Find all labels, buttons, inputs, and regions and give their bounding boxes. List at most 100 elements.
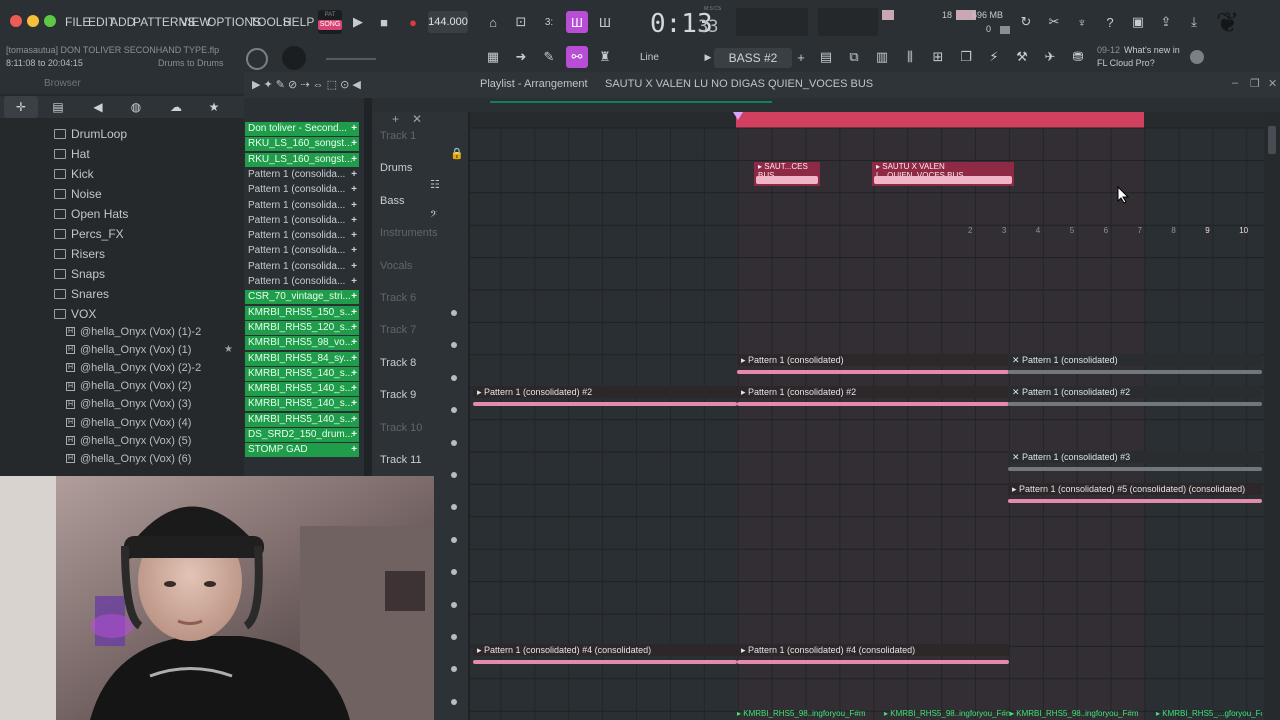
folder-item[interactable]: Percs_FX: [54, 225, 124, 243]
close-window-button[interactable]: [10, 15, 22, 27]
window-minimize-icon[interactable]: –: [1232, 77, 1238, 89]
metronome-icon[interactable]: ⌂: [482, 11, 504, 33]
folder-item[interactable]: Kick: [54, 165, 94, 183]
channel-item[interactable]: Pattern 1 (consolida... +: [245, 244, 359, 258]
track-mute-icon[interactable]: [451, 472, 457, 478]
track-name[interactable]: Bass: [380, 195, 404, 207]
tab-files-icon[interactable]: ▤: [44, 96, 72, 118]
channel-item[interactable]: RKU_LS_160_songst... +: [245, 137, 359, 152]
scrollbar-thumb[interactable]: [1268, 126, 1276, 154]
add-track-icon[interactable]: +: [392, 112, 399, 126]
file-item[interactable]: H @hella_Onyx (Vox) (3): [66, 396, 191, 413]
pat-song-toggle[interactable]: PAT SONG: [318, 10, 342, 34]
mixer-sliders-icon[interactable]: ⫼: [899, 46, 921, 68]
loop-region[interactable]: [736, 112, 1144, 128]
playlist-tools-icon[interactable]: ▶ ✦ ✎ ⊘ ⇢ ⇔ ⬚ ⊙ ◀: [252, 78, 361, 91]
remove-track-icon[interactable]: ✕: [412, 112, 422, 126]
add-to-playlist-icon[interactable]: +: [351, 275, 357, 289]
pencil-icon[interactable]: ✎: [538, 46, 560, 68]
add-to-playlist-icon[interactable]: +: [351, 229, 357, 243]
add-to-playlist-icon[interactable]: +: [351, 199, 357, 213]
favorite-star-icon[interactable]: ★: [224, 344, 233, 355]
store-icon[interactable]: ⛃: [1067, 46, 1089, 68]
piano-roll-icon[interactable]: ▦: [482, 46, 504, 68]
channel-item[interactable]: KMRBI_RHS5_140_s... +: [245, 366, 359, 381]
pattern-clip[interactable]: ✕ Pattern 1 (consolidated) #2: [1008, 386, 1262, 398]
maximize-window-button[interactable]: [44, 15, 56, 27]
master-volume-knob[interactable]: [246, 48, 268, 70]
record-button[interactable]: ●: [402, 11, 424, 33]
folder-item[interactable]: DrumLoop: [54, 125, 127, 143]
track-mute-icon[interactable]: [451, 439, 457, 446]
add-to-playlist-icon[interactable]: +: [351, 382, 357, 396]
link-icon[interactable]: ⚯: [566, 46, 588, 68]
track-mute-icon[interactable]: [451, 374, 457, 381]
arrow-right-icon[interactable]: ➜: [510, 46, 532, 68]
channel-item[interactable]: RKU_LS_160_songst... +: [245, 152, 359, 167]
window-close-icon[interactable]: ✕: [1268, 77, 1277, 90]
stamp-icon[interactable]: ♜: [594, 46, 616, 68]
pattern-clip[interactable]: ▸ Pattern 1 (consolidated) #2: [473, 386, 737, 398]
track-name[interactable]: Track 7: [380, 324, 416, 336]
download-icon[interactable]: ⤓: [1183, 11, 1205, 33]
step-edit-icon[interactable]: Ш: [566, 11, 588, 33]
add-to-playlist-icon[interactable]: +: [351, 352, 357, 366]
tab-all-icon[interactable]: ✛: [4, 96, 38, 118]
pattern-clip[interactable]: ▸ Pattern 1 (consolidated) #2: [737, 386, 1009, 398]
track-name[interactable]: Track 10: [380, 422, 422, 434]
folder-item[interactable]: Noise: [54, 185, 102, 203]
channel-item[interactable]: Pattern 1 (consolida... +: [245, 199, 359, 213]
tools-icon[interactable]: ✂: [1043, 11, 1065, 33]
snap-selector[interactable]: Line: [622, 48, 696, 68]
add-to-playlist-icon[interactable]: +: [351, 367, 357, 381]
channel-item[interactable]: Pattern 1 (consolida... +: [245, 260, 359, 274]
channel-item[interactable]: Pattern 1 (consolida... +: [245, 168, 359, 182]
add-to-playlist-icon[interactable]: +: [351, 290, 357, 304]
folder-item[interactable]: VOX: [54, 305, 96, 323]
loop-record-icon[interactable]: Ш: [594, 11, 616, 33]
audio-clip[interactable]: ▸ KMRBI_RHS5_...gforyou_F#m: [1156, 708, 1262, 720]
add-to-playlist-icon[interactable]: +: [351, 214, 357, 228]
add-to-playlist-icon[interactable]: +: [351, 443, 357, 457]
file-item[interactable]: H @hella_Onyx (Vox) (2): [66, 378, 191, 395]
pattern-picker-icon[interactable]: ⊞: [927, 46, 949, 68]
tab-favorites-icon[interactable]: ★: [200, 96, 228, 118]
channel-selector[interactable]: BASS #2: [714, 48, 792, 68]
wait-input-icon[interactable]: ⊡: [510, 11, 532, 33]
audio-clip[interactable]: ▸ KMRBI_RHS5_98..ingforyou_F#m: [737, 708, 884, 720]
playlist-grid[interactable]: 23456789101112131415161718192021222324: [470, 112, 1280, 720]
track-mute-icon[interactable]: [451, 536, 457, 543]
track-mute-icon[interactable]: [451, 310, 457, 316]
add-to-playlist-icon[interactable]: +: [351, 183, 357, 197]
menu-add[interactable]: ADD: [110, 15, 135, 29]
track-name[interactable]: Drums: [380, 162, 412, 174]
add-to-playlist-icon[interactable]: +: [351, 153, 357, 167]
playlist-overview[interactable]: [372, 98, 1280, 112]
mixer-icon[interactable]: ⧉: [843, 46, 865, 68]
folder-item[interactable]: Snares: [54, 285, 109, 303]
add-to-playlist-icon[interactable]: +: [351, 413, 357, 427]
window-restore-icon[interactable]: ❐: [1250, 77, 1260, 90]
folder-item[interactable]: Risers: [54, 245, 105, 263]
channel-item[interactable]: STOMP GAD +: [245, 443, 359, 458]
folder-item[interactable]: Snaps: [54, 265, 105, 283]
undo-icon[interactable]: ↻: [1015, 11, 1037, 33]
track-mute-icon[interactable]: [451, 601, 457, 608]
browser-icon[interactable]: ❐: [955, 46, 977, 68]
add-to-playlist-icon[interactable]: +: [351, 122, 357, 136]
channel-item[interactable]: DS_SRD2_150_drum... +: [245, 428, 359, 442]
channel-item[interactable]: KMRBI_RHS5_140_s... +: [245, 382, 359, 397]
pattern-clip[interactable]: ▸ Pattern 1 (consolidated) #5 (consolida…: [1008, 483, 1262, 495]
channel-item[interactable]: Pattern 1 (consolida... +: [245, 214, 359, 228]
audio-clip[interactable]: ▸ KMRBI_RHS5_98..ingforyou_F#m: [1010, 708, 1156, 720]
track-name[interactable]: Instruments: [380, 227, 437, 239]
tempo-display[interactable]: 144.000: [428, 11, 468, 33]
play-button[interactable]: ▶: [347, 11, 369, 33]
track-name[interactable]: Track 9: [380, 389, 416, 401]
export-icon[interactable]: ⇪: [1155, 11, 1177, 33]
vertical-scrollbar[interactable]: [1264, 112, 1280, 720]
wand-icon[interactable]: ⚒: [1011, 46, 1033, 68]
track-name[interactable]: Track 1: [380, 130, 416, 142]
plugin-icon[interactable]: ⚡: [983, 46, 1005, 68]
news-line-2[interactable]: FL Cloud Pro?: [1097, 58, 1155, 68]
